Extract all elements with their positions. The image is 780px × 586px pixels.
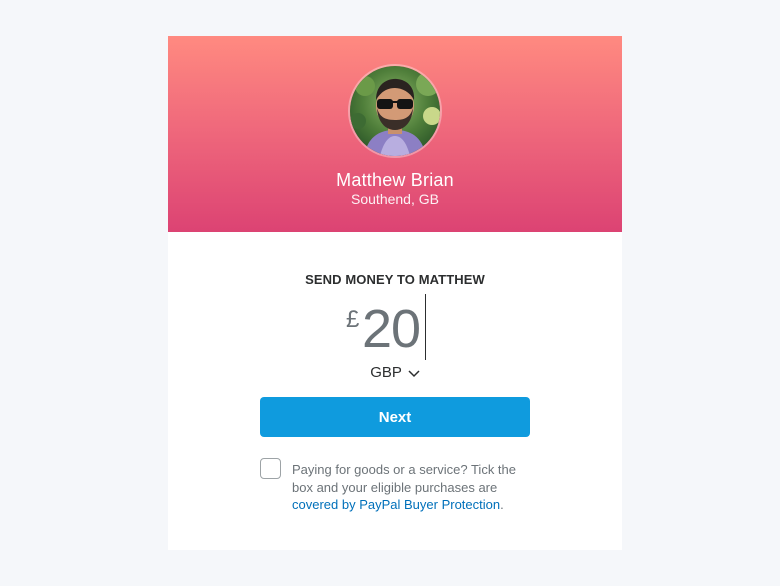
- buyer-protection-checkbox[interactable]: [260, 458, 281, 479]
- buyer-protection-link[interactable]: covered by PayPal Buyer Protection: [292, 497, 500, 512]
- chevron-down-icon: [408, 365, 420, 382]
- currency-code: GBP: [370, 364, 402, 381]
- amount-value[interactable]: 20: [362, 298, 421, 360]
- amount-input[interactable]: £ 20: [168, 294, 622, 364]
- next-button[interactable]: Next: [260, 397, 530, 437]
- buyer-protection-text: Paying for goods or a service? Tick the …: [292, 461, 532, 514]
- currency-dropdown[interactable]: GBP: [168, 364, 622, 382]
- recipient-header: Matthew Brian Southend, GB: [168, 36, 622, 232]
- text-cursor: [425, 294, 426, 360]
- recipient-name: Matthew Brian: [336, 170, 454, 190]
- recipient-location: Southend, GB: [351, 191, 439, 207]
- recipient-avatar: [348, 64, 442, 158]
- avatar-photo: [350, 66, 440, 156]
- currency-symbol: £: [346, 306, 360, 333]
- buyer-protection-description: Paying for goods or a service? Tick the …: [292, 462, 517, 495]
- send-money-heading: SEND MONEY TO MATTHEW: [305, 272, 485, 287]
- send-money-card: Matthew Brian Southend, GB SEND MONEY TO…: [168, 36, 622, 550]
- buyer-protection-period: .: [500, 497, 504, 512]
